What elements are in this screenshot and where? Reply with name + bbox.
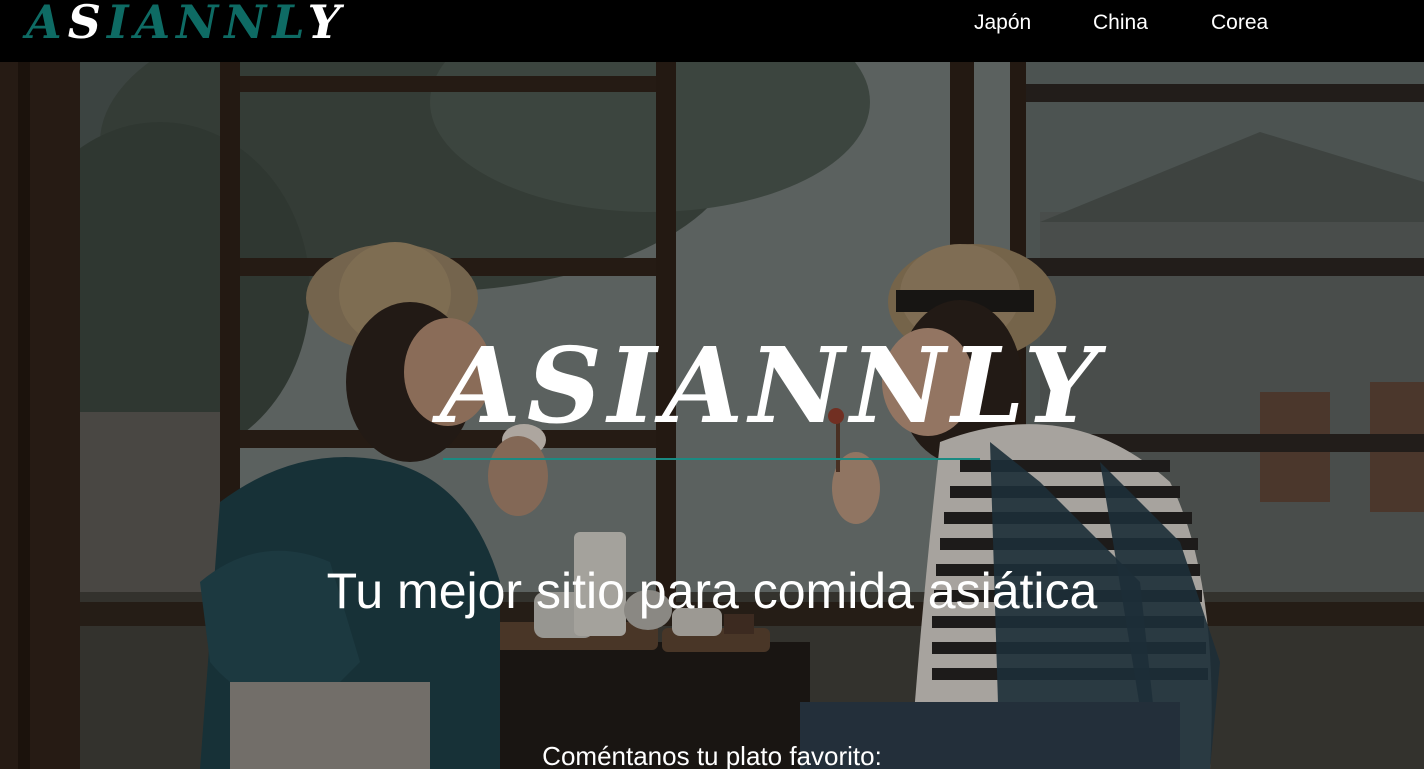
top-navbar: ASIANNLY Japón China Corea [0, 0, 1424, 62]
comment-prompt: Coméntanos tu plato favorito: [542, 741, 882, 769]
hero-tagline: Tu mejor sitio para comida asiática [326, 563, 1098, 619]
nav-link-corea[interactable]: Corea [1211, 10, 1268, 36]
site-logo[interactable]: ASIANNLY [26, 0, 346, 50]
nav-link-china[interactable]: China [1093, 10, 1148, 36]
logo-letter-y: Y [307, 0, 347, 49]
logo-letter-a: A [26, 0, 68, 49]
hero-title-underline [443, 458, 980, 460]
logo-letters-middle: IANNL [106, 0, 308, 49]
hero-banner: ASIANNLY Tu mejor sitio para comida asiá… [0, 62, 1424, 769]
logo-letter-s: S [67, 0, 107, 49]
hero-title: ASIANNLY [440, 324, 1104, 447]
nav-link-japon[interactable]: Japón [974, 10, 1031, 36]
